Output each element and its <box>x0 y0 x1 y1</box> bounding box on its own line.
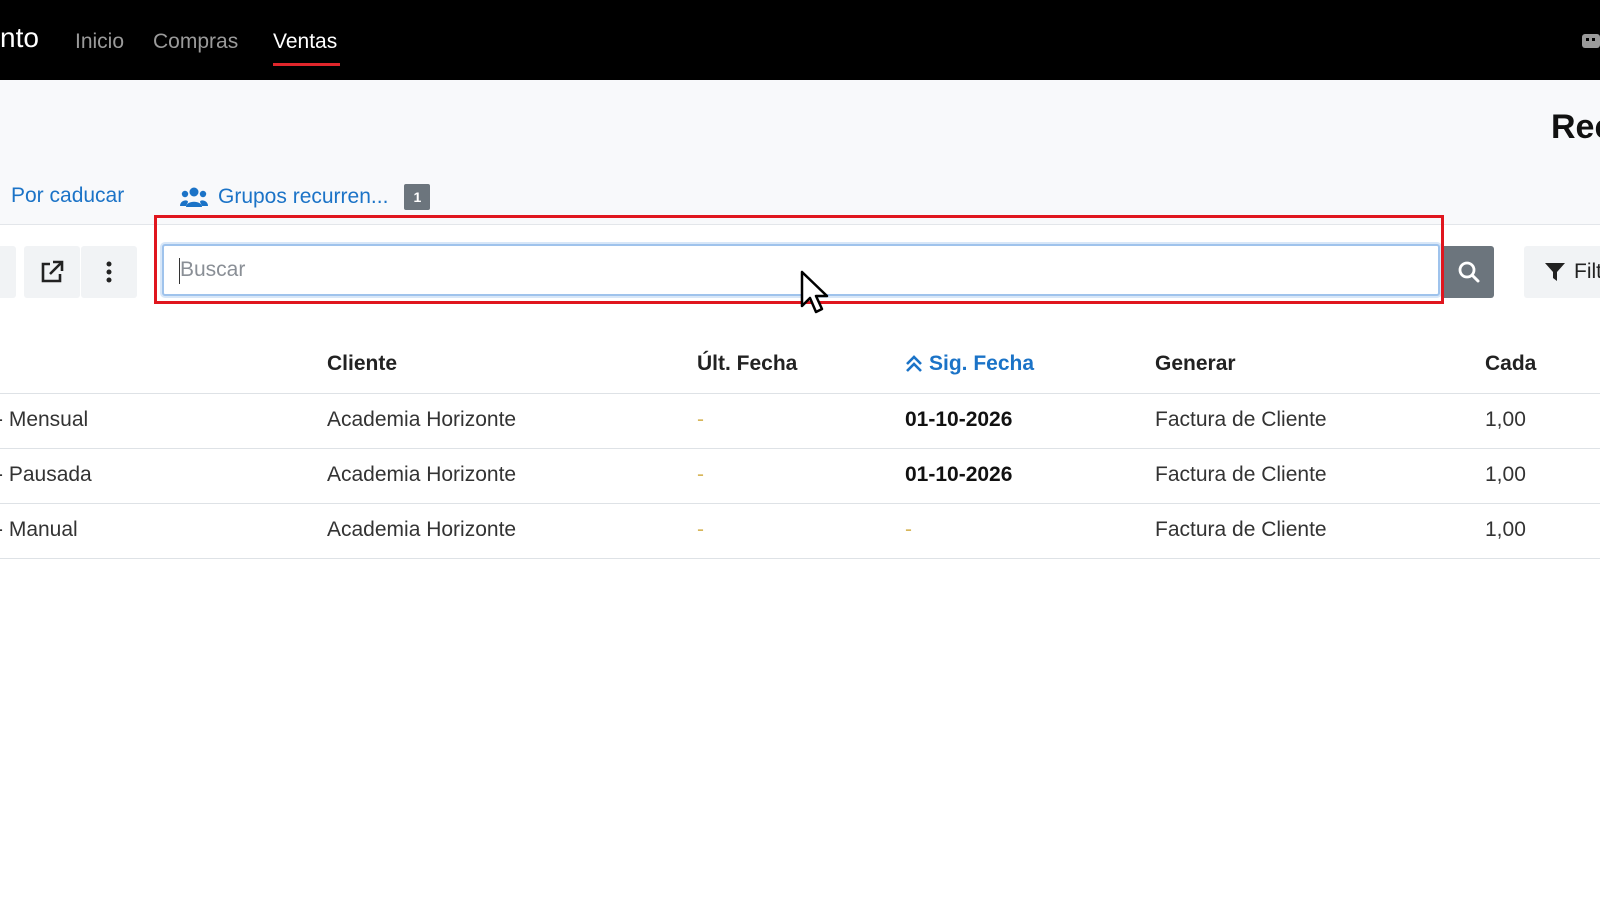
row-cliente: Academia Horizonte <box>327 518 517 541</box>
column-header-sig-fecha[interactable]: Sig. Fecha <box>905 352 1034 376</box>
column-header-generar[interactable]: Generar <box>1155 352 1236 376</box>
row-ult-fecha: - <box>697 463 704 486</box>
top-navbar: nto Inicio Compras Ventas <box>0 0 1600 80</box>
nav-item-inicio[interactable]: Inicio <box>75 30 124 54</box>
row-ult-fecha: - <box>697 408 704 431</box>
row-ult-fecha: - <box>697 518 704 541</box>
filter-label: Filt <box>1574 260 1600 283</box>
row-name: - Manual <box>0 518 78 541</box>
external-link-icon <box>41 260 64 283</box>
users-icon <box>180 187 208 207</box>
column-header-cliente[interactable]: Cliente <box>327 352 397 376</box>
toolbar-button-left[interactable] <box>0 246 16 298</box>
search-icon <box>1458 261 1480 283</box>
count-badge: 1 <box>404 184 431 210</box>
tab-por-caducar[interactable]: Por caducar <box>11 184 124 208</box>
filter-icon <box>1545 263 1565 281</box>
nav-item-ventas[interactable]: Ventas <box>273 30 337 54</box>
sorted-column-label: Sig. Fecha <box>929 352 1035 375</box>
search-button[interactable] <box>1444 246 1494 298</box>
row-cliente: Academia Horizonte <box>327 463 517 486</box>
table-row[interactable]: - Mensual Academia Horizonte - 01-10-202… <box>0 393 1600 448</box>
row-sig-fecha: - <box>905 518 912 541</box>
vertical-dots-icon <box>106 261 112 283</box>
highlight-annotation <box>154 215 1444 304</box>
double-chevron-up-icon <box>906 355 922 372</box>
tab-label: Grupos recurren... <box>218 185 389 208</box>
row-name: - Mensual <box>0 408 89 431</box>
row-cliente: Academia Horizonte <box>327 408 517 431</box>
brand-name[interactable]: nto <box>0 22 39 54</box>
row-name: - Pausada <box>0 463 92 486</box>
row-generar: Factura de Cliente <box>1155 518 1327 541</box>
row-sig-fecha: 01-10-2026 <box>905 463 1013 486</box>
export-button[interactable] <box>24 246 80 298</box>
row-cada: 1,00 <box>1485 463 1526 486</box>
column-header-cada[interactable]: Cada <box>1485 352 1536 376</box>
active-nav-underline <box>273 63 340 66</box>
mouse-cursor-icon <box>800 270 829 314</box>
apps-icon[interactable] <box>1580 32 1600 50</box>
filter-button[interactable]: Filt <box>1524 246 1600 298</box>
more-options-button[interactable] <box>81 246 137 298</box>
row-cada: 1,00 <box>1485 518 1526 541</box>
row-generar: Factura de Cliente <box>1155 408 1327 431</box>
table-row[interactable]: - Manual Academia Horizonte - - Factura … <box>0 503 1600 559</box>
row-cada: 1,00 <box>1485 408 1526 431</box>
table-row[interactable]: - Pausada Academia Horizonte - 01-10-202… <box>0 448 1600 503</box>
row-generar: Factura de Cliente <box>1155 463 1327 486</box>
tab-grupos-recurrentes[interactable]: Grupos recurren... 1 <box>180 184 431 210</box>
row-sig-fecha: 01-10-2026 <box>905 408 1013 431</box>
page-title: Rec <box>1551 108 1600 146</box>
nav-item-compras[interactable]: Compras <box>153 30 238 54</box>
column-header-ult-fecha[interactable]: Últ. Fecha <box>697 352 797 376</box>
